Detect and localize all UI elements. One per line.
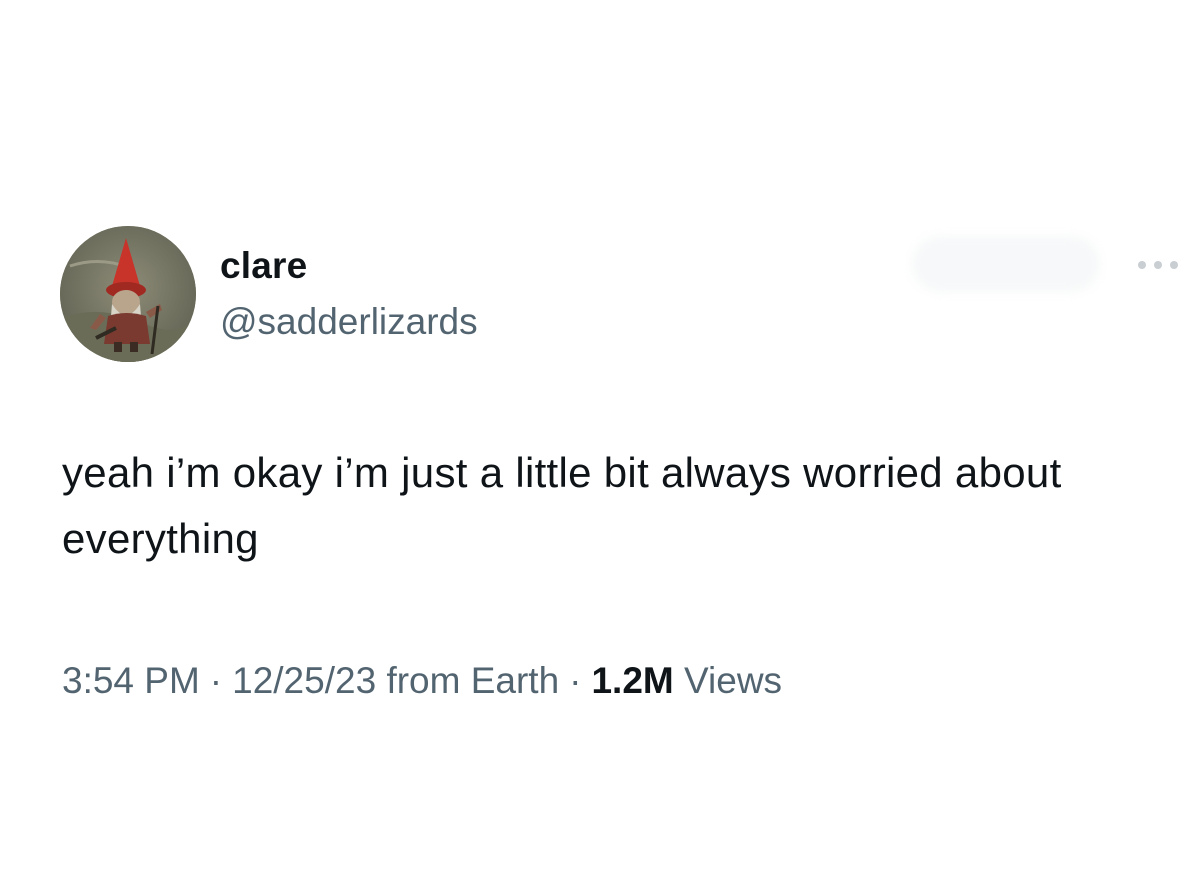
user-handle[interactable]: @sadderlizards: [220, 300, 478, 344]
more-options-button[interactable]: [1130, 250, 1186, 280]
display-name[interactable]: clare: [220, 244, 307, 288]
tweet-text: yeah i’m okay i’m just a little bit alwa…: [62, 449, 1062, 562]
avatar[interactable]: [60, 226, 196, 362]
meta-separator: ·: [209, 660, 223, 701]
meta-separator: ·: [569, 660, 582, 701]
tweet-time[interactable]: 3:54 PM: [62, 660, 200, 701]
views-count: 1.2M: [591, 660, 674, 701]
tweet-source: from Earth: [386, 660, 560, 701]
views-label: Views: [684, 660, 783, 701]
garden-gnome-avatar-icon: [60, 226, 196, 362]
more-horizontal-icon: [1138, 261, 1178, 269]
tweet-date[interactable]: 12/25/23: [232, 660, 376, 701]
follow-button[interactable]: [912, 236, 1100, 292]
tweet-meta: 3:54 PM · 12/25/23 from Earth · 1.2M Views: [62, 656, 782, 706]
tweet-card: clare @sadderlizards yeah i’m okay i’m j…: [0, 0, 1200, 881]
